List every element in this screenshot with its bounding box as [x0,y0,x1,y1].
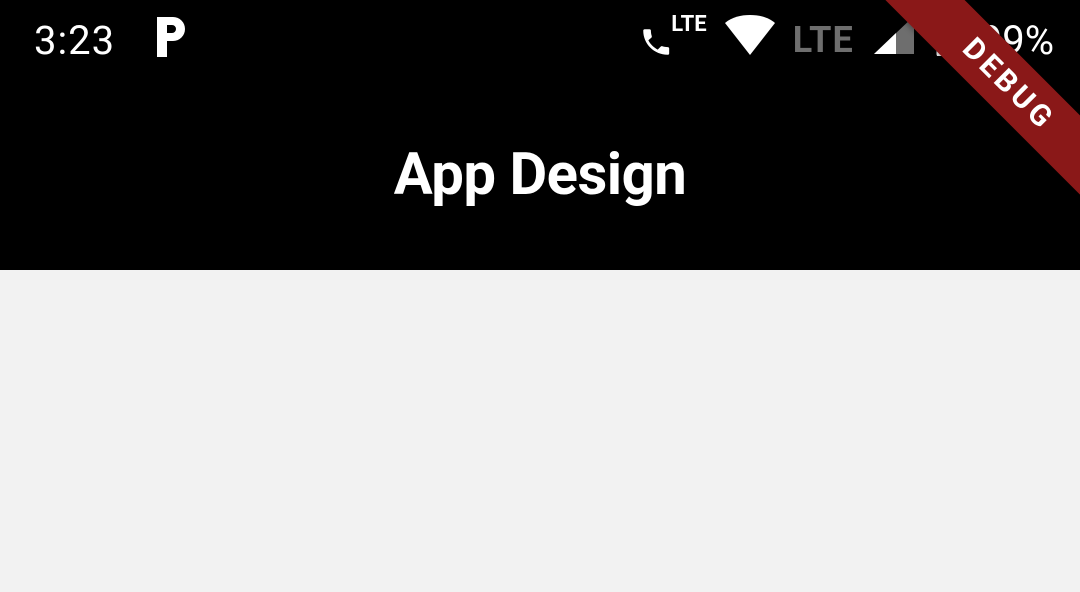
lte-label-2: LTE [793,19,854,61]
wifi-icon [725,15,775,65]
phone-icon [639,22,673,69]
app-bar: App Design [0,80,1080,270]
main-content [0,270,1080,592]
phone-lte-icon: LTE [639,12,706,69]
status-time: 3:23 [34,17,115,64]
lte-label-1: LTE [671,12,706,37]
page-title: App Design [394,141,687,209]
android-p-icon [155,17,185,64]
status-bar-left: 3:23 [34,17,185,64]
